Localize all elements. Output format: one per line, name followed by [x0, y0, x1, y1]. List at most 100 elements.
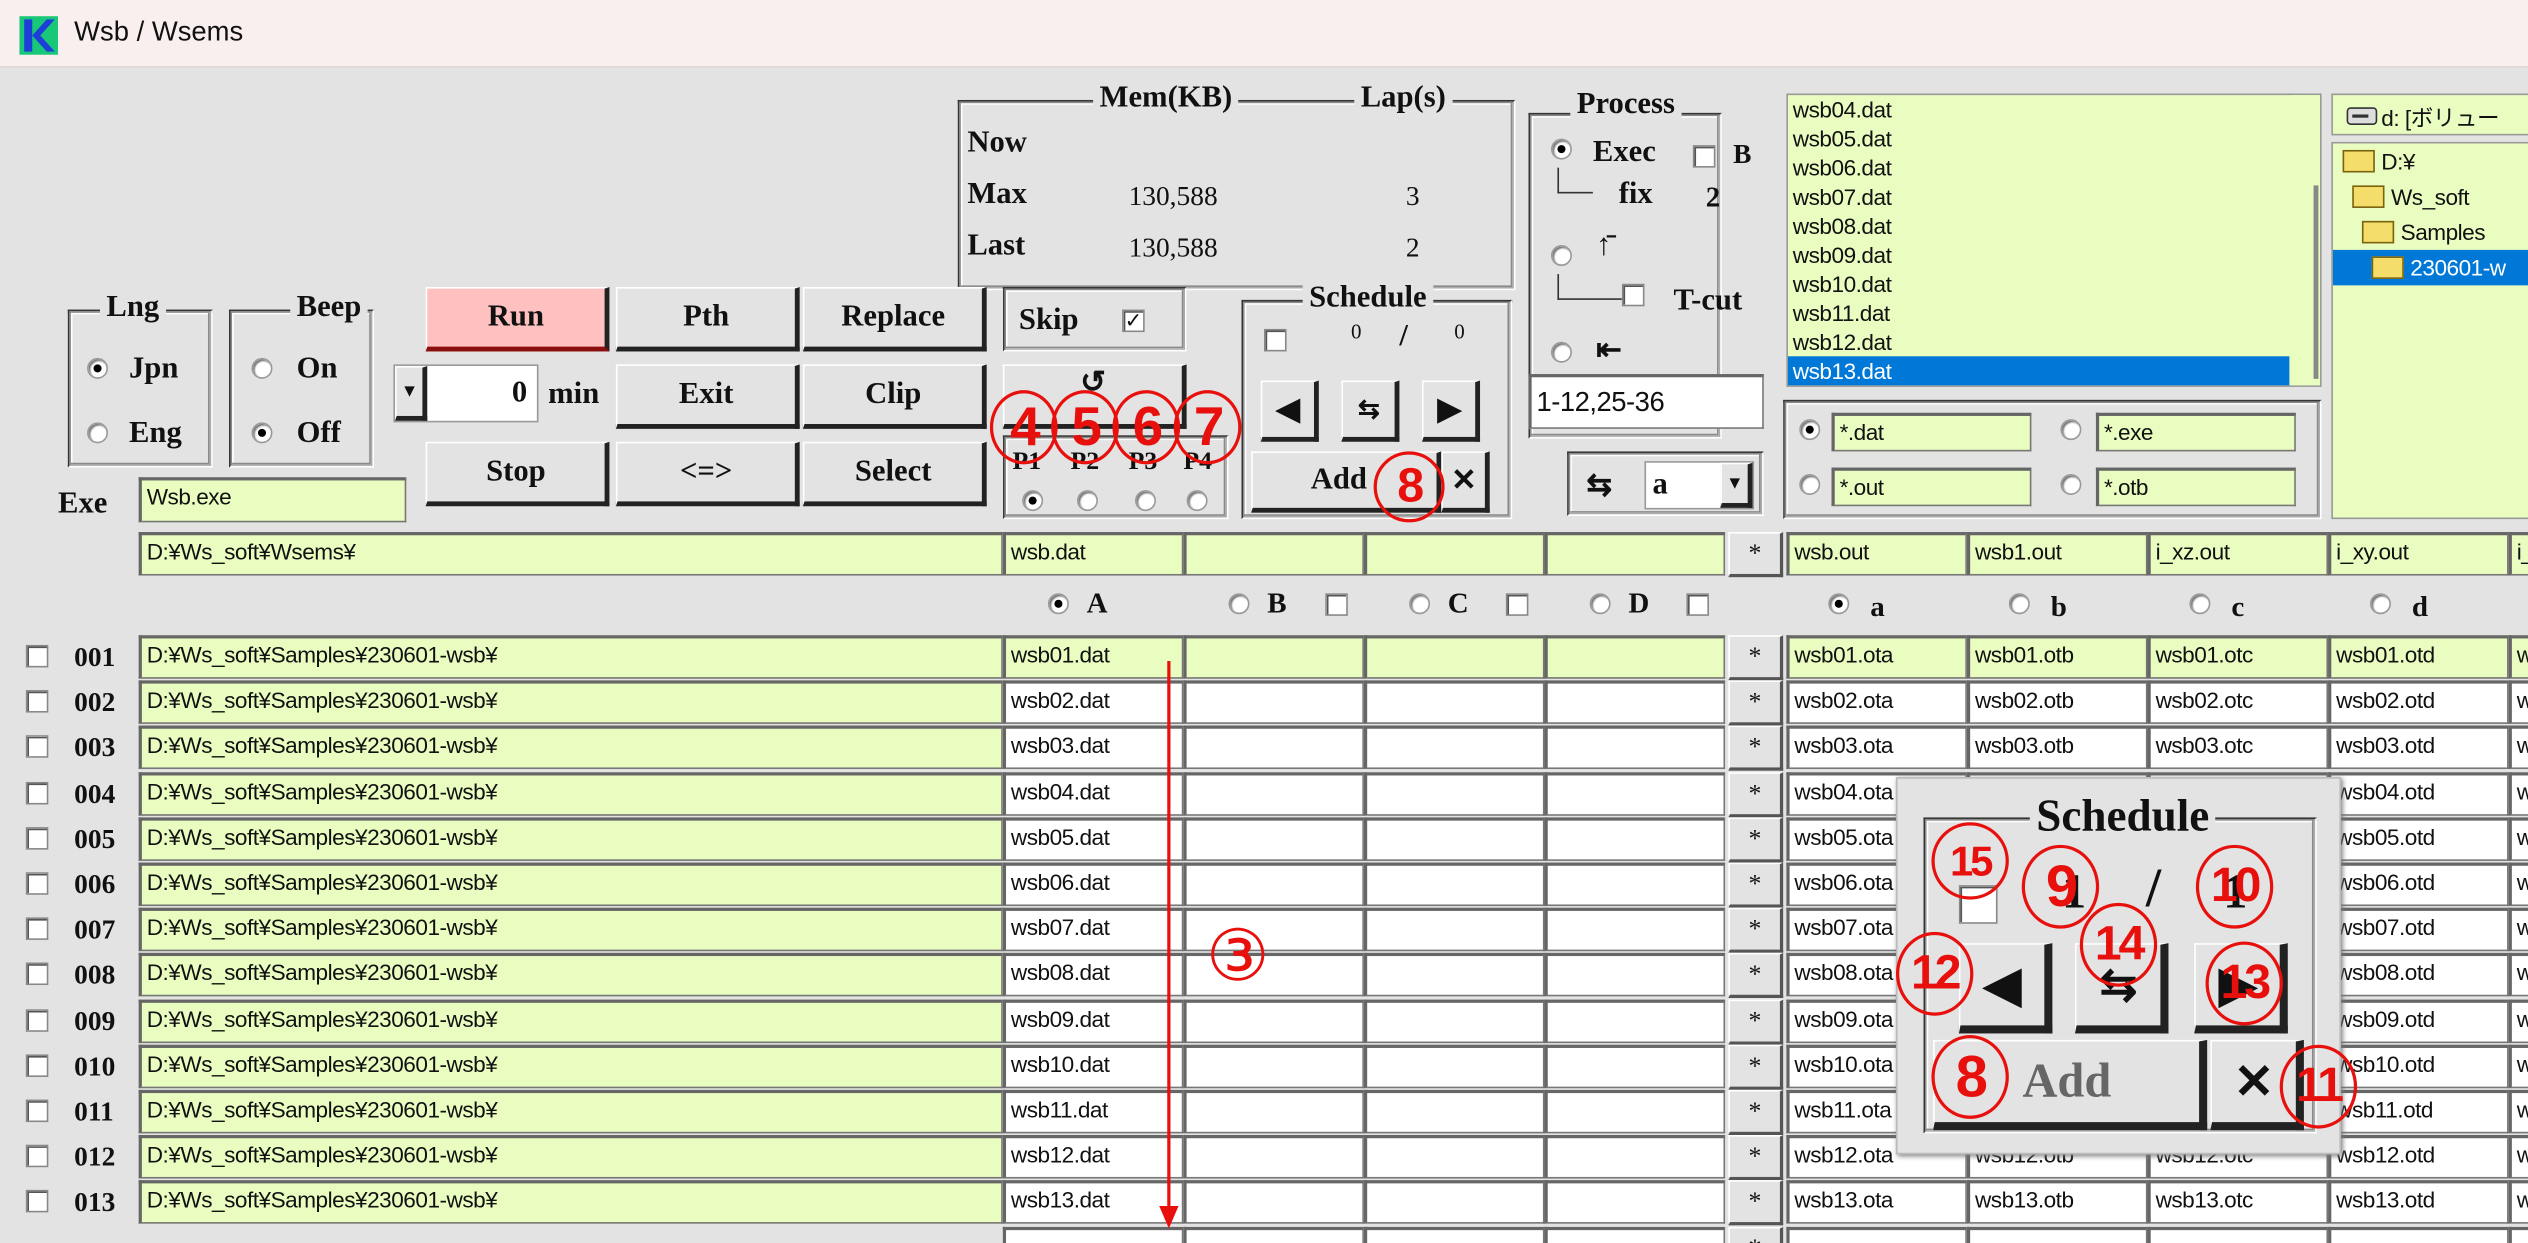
schedule-jump-button[interactable]: ⇆ — [1341, 380, 1400, 442]
back-radio[interactable] — [1550, 341, 1572, 363]
clip-button[interactable]: Clip — [802, 364, 987, 429]
row-path-field[interactable]: D:¥Ws_soft¥Samples¥230601-wsb¥ — [138, 999, 1003, 1044]
row-output-cell[interactable]: wsb13.ota — [1786, 1180, 1967, 1224]
row-input-cell-C[interactable] — [1363, 1089, 1545, 1134]
empty-cell[interactable] — [2328, 1226, 2509, 1243]
row-path-field[interactable]: D:¥Ws_soft¥Samples¥230601-wsb¥ — [138, 862, 1003, 907]
p2-radio[interactable] — [1076, 490, 1098, 512]
file-list-item[interactable]: wsb13.dat — [1787, 356, 2290, 386]
row-output-cell[interactable]: wsb03.otd — [2328, 725, 2509, 770]
input-header-2[interactable] — [1363, 532, 1545, 576]
drive-combo[interactable]: d: [ボリュー — [2331, 93, 2528, 136]
exec-radio[interactable] — [1550, 138, 1572, 160]
file-list-item[interactable]: wsb06.dat — [1788, 153, 2289, 182]
row-checkbox[interactable] — [25, 644, 49, 668]
swap-button[interactable]: <=> — [615, 441, 800, 507]
chevron-down-icon[interactable]: ▼ — [1720, 462, 1753, 508]
row-input-cell-B[interactable] — [1183, 680, 1364, 724]
row-output-cell[interactable]: wsb03.otb — [1966, 725, 2148, 770]
row-output-cell[interactable]: wsb09.otd — [2328, 999, 2509, 1044]
beep-off-radio[interactable] — [251, 422, 273, 444]
row-output-cell[interactable]: wsb04.otd — [2328, 772, 2509, 816]
row-output-cell[interactable]: wsb07.otd — [2328, 907, 2509, 952]
row-input-cell-C[interactable] — [1363, 772, 1545, 816]
top-radio[interactable] — [1550, 245, 1572, 267]
tree-node[interactable]: D:¥ — [2333, 143, 2528, 178]
schedule-prev-button[interactable]: ◀ — [1260, 380, 1319, 442]
row-input-cell-B[interactable] — [1183, 772, 1364, 816]
row-star-button[interactable]: * — [1728, 680, 1784, 726]
row-star-button[interactable]: * — [1728, 1180, 1784, 1226]
row-input-cell-D[interactable] — [1544, 907, 1726, 952]
p4-radio[interactable] — [1186, 490, 1208, 512]
row-input-cell-C[interactable] — [1363, 907, 1545, 952]
row-output-cell[interactable]: w — [2508, 907, 2528, 952]
file-list-item[interactable]: wsb08.dat — [1788, 211, 2289, 240]
output-header-2[interactable]: i_xz.out — [2147, 532, 2329, 576]
timer-dropdown-button[interactable]: ▼ — [394, 365, 428, 421]
row-output-cell[interactable]: wsb13.otb — [1966, 1180, 2148, 1224]
row-path-field[interactable]: D:¥Ws_soft¥Samples¥230601-wsb¥ — [138, 680, 1003, 724]
tree-node[interactable]: 230601-w — [2332, 249, 2528, 286]
row-output-cell[interactable]: wsb01.otb — [1966, 635, 2148, 679]
row-checkbox[interactable] — [25, 872, 49, 895]
row-output-cell[interactable]: w — [2508, 680, 2528, 724]
input-col-radio-C[interactable] — [1409, 593, 1431, 615]
row-checkbox[interactable] — [25, 917, 49, 940]
empty-cell[interactable] — [1786, 1226, 1967, 1243]
row-output-cell[interactable]: w — [2508, 999, 2528, 1044]
row-path-field[interactable]: D:¥Ws_soft¥Samples¥230601-wsb¥ — [138, 725, 1003, 770]
row-input-cell-B[interactable] — [1183, 817, 1364, 861]
row-input-cell-C[interactable] — [1363, 635, 1545, 679]
row-output-cell[interactable]: w — [2508, 1044, 2528, 1089]
row-input-cell-D[interactable] — [1544, 999, 1726, 1044]
output-header-0[interactable]: wsb.out — [1786, 532, 1967, 576]
output-col-radio-b[interactable] — [2008, 593, 2030, 615]
row-input-cell-B[interactable] — [1183, 999, 1364, 1044]
row-output-cell[interactable]: w — [2508, 1135, 2528, 1179]
row-input-cell-D[interactable] — [1544, 1180, 1726, 1224]
row-output-cell[interactable]: w — [2508, 862, 2528, 907]
column-combo[interactable]: a ▼ — [1644, 461, 1755, 510]
range-input[interactable]: 1-12,25-36 — [1528, 374, 1764, 429]
row-output-cell[interactable]: wsb03.ota — [1786, 725, 1967, 770]
row-output-cell[interactable]: wsb05.otd — [2328, 817, 2509, 861]
row-input-cell-B[interactable] — [1183, 1044, 1364, 1089]
input-col-radio-B[interactable] — [1228, 593, 1250, 615]
row-path-field[interactable]: D:¥Ws_soft¥Samples¥230601-wsb¥ — [138, 907, 1003, 952]
row-checkbox[interactable] — [25, 1144, 49, 1168]
row-path-field[interactable]: D:¥Ws_soft¥Samples¥230601-wsb¥ — [138, 952, 1003, 997]
p1-radio[interactable] — [1022, 490, 1044, 512]
file-list-item[interactable]: wsb09.dat — [1788, 240, 2289, 269]
row-input-cell-D[interactable] — [1544, 862, 1726, 907]
exit-button[interactable]: Exit — [615, 364, 800, 429]
input-col-checkbox-C[interactable] — [1505, 593, 1529, 616]
tcut-checkbox[interactable] — [1621, 283, 1645, 307]
row-checkbox[interactable] — [25, 1099, 49, 1123]
filter-exe[interactable]: *.exe — [2095, 412, 2296, 452]
row-output-cell[interactable]: w — [2508, 817, 2528, 861]
row-star-button[interactable]: * — [1728, 1135, 1784, 1181]
row-checkbox[interactable] — [25, 827, 49, 850]
row-input-cell-C[interactable] — [1363, 817, 1545, 861]
row-star-button[interactable]: * — [1728, 862, 1784, 908]
row-input-cell-C[interactable] — [1363, 680, 1545, 724]
row-star-button[interactable]: * — [1728, 772, 1784, 818]
row-input-cell-D[interactable] — [1544, 680, 1726, 724]
row-checkbox[interactable] — [25, 735, 49, 758]
input-col-radio-A[interactable] — [1047, 593, 1069, 615]
row-output-cell[interactable]: wsb02.ota — [1786, 680, 1967, 724]
scrollbar-thumb[interactable] — [2313, 185, 2319, 379]
row-star-button[interactable]: * — [1728, 1089, 1784, 1136]
schedule-checkbox[interactable] — [1263, 328, 1287, 352]
input-col-checkbox-B[interactable] — [1325, 593, 1348, 616]
output-col-radio-a[interactable] — [1828, 593, 1850, 615]
row-input-cell-B[interactable] — [1183, 862, 1364, 907]
row-output-cell[interactable]: wsb13.otd — [2328, 1180, 2509, 1224]
exe-input[interactable]: Wsb.exe — [138, 477, 407, 523]
row-checkbox[interactable] — [25, 1054, 49, 1077]
row-input-cell-C[interactable] — [1363, 1180, 1545, 1224]
row-input-cell-C[interactable] — [1363, 952, 1545, 997]
row-output-cell[interactable]: wsb13.otc — [2147, 1180, 2329, 1224]
output-col-radio-d[interactable] — [2369, 593, 2391, 615]
